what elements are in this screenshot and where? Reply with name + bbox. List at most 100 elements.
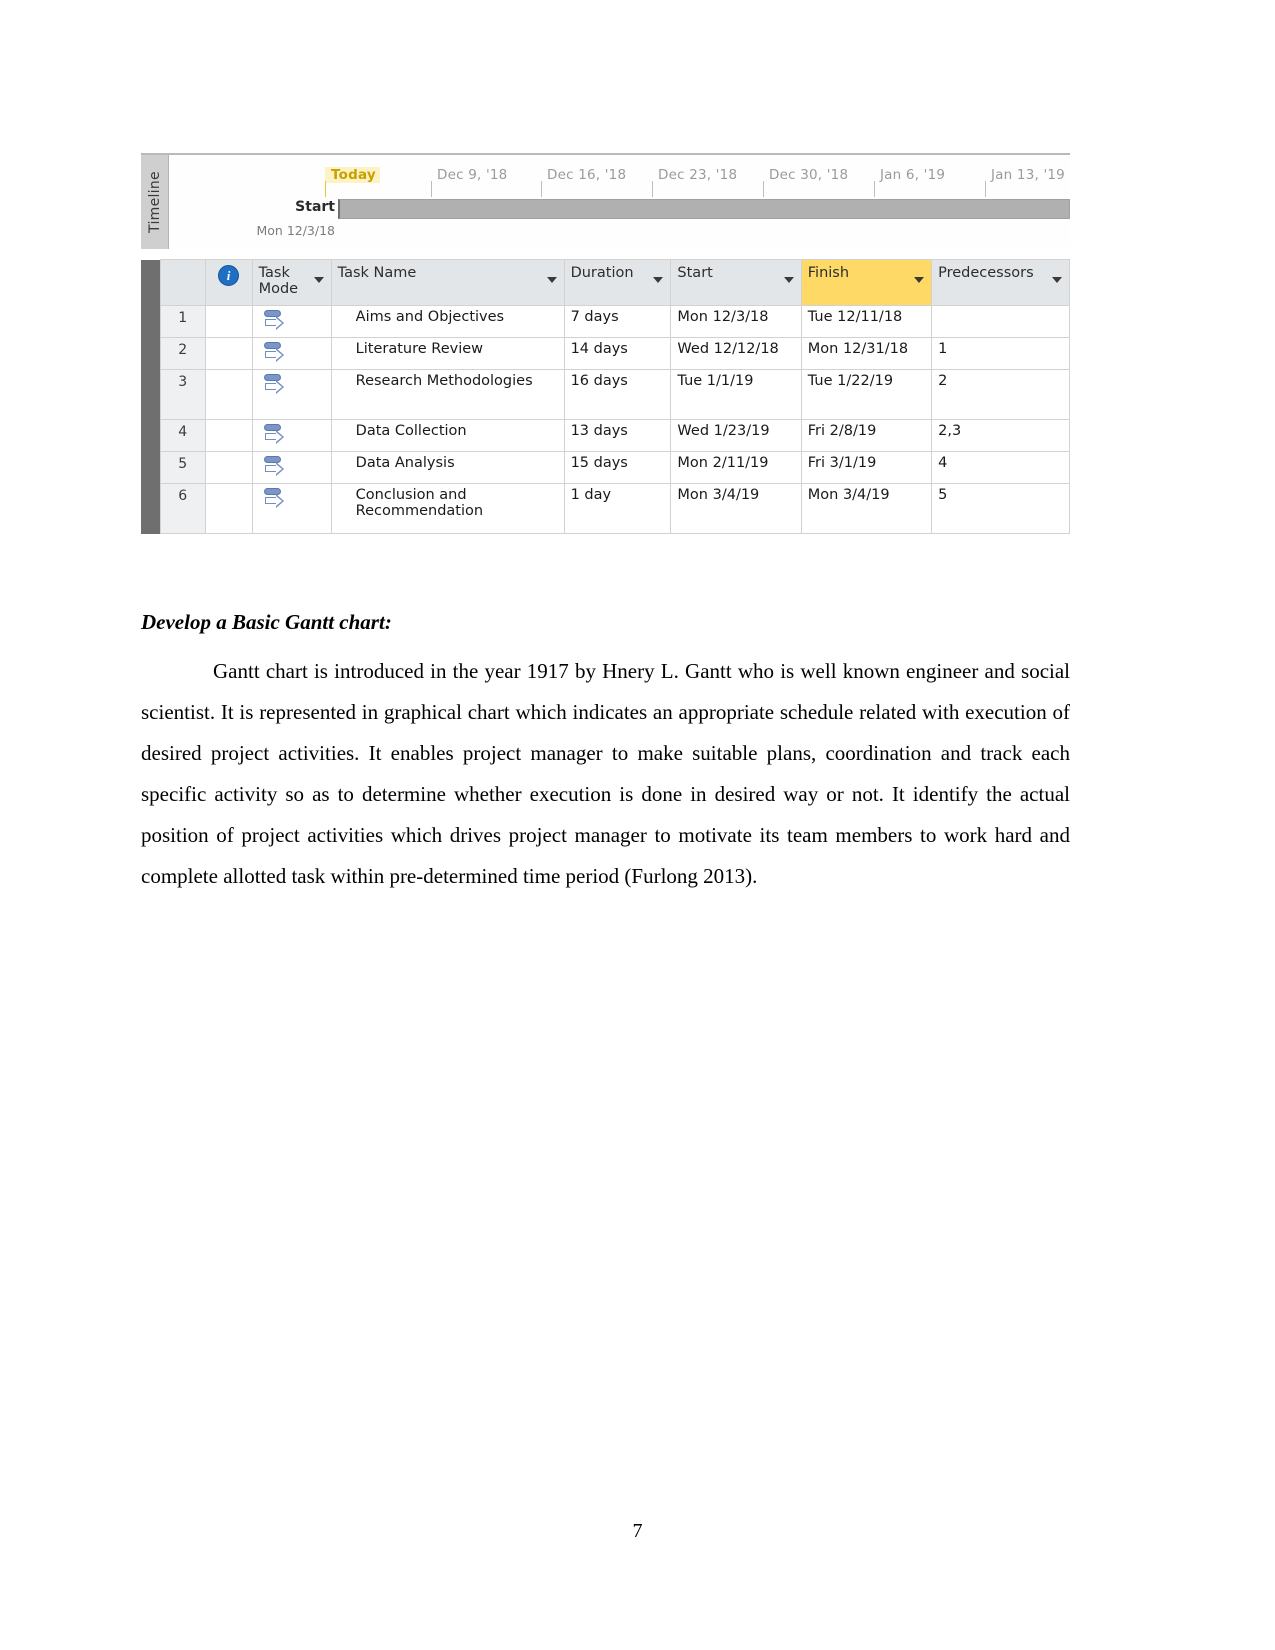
- row-gutter: [141, 451, 161, 484]
- column-header-start-label: Start: [677, 265, 713, 281]
- row-task-name[interactable]: Data Analysis: [330, 451, 565, 484]
- row-finish[interactable]: Mon 3/4/19: [800, 483, 933, 534]
- document-body: Develop a Basic Gantt chart: Gantt chart…: [141, 610, 1070, 897]
- row-task-mode[interactable]: [251, 369, 332, 420]
- row-indicator[interactable]: [204, 483, 253, 534]
- chevron-down-icon[interactable]: [1052, 277, 1062, 283]
- row-task-mode[interactable]: [251, 337, 332, 370]
- column-header-finish-label: Finish: [807, 265, 850, 281]
- column-header-predecessors[interactable]: Predecessors: [931, 259, 1070, 306]
- row-task-name[interactable]: Data Collection: [330, 419, 565, 452]
- timeline-tick-1: Dec 16, '18: [541, 167, 626, 197]
- row-duration[interactable]: 7 days: [563, 305, 672, 338]
- chevron-down-icon[interactable]: [313, 277, 324, 283]
- chevron-down-icon[interactable]: [546, 277, 557, 283]
- timeline-tab[interactable]: Timeline: [141, 155, 169, 249]
- row-start[interactable]: Mon 12/3/18: [670, 305, 802, 338]
- column-header-start[interactable]: Start: [670, 259, 802, 306]
- body-paragraph: Gantt chart is introduced in the year 19…: [141, 659, 1070, 888]
- row-task-mode[interactable]: [251, 451, 332, 484]
- row-predecessors[interactable]: 2: [931, 369, 1070, 420]
- row-predecessors[interactable]: 4: [931, 451, 1070, 484]
- timeline-tick-4: Jan 6, '19: [874, 167, 945, 197]
- ms-project-screenshot: Timeline Today Dec 9, '18 Dec 16, '18 De…: [141, 153, 1070, 534]
- row-duration[interactable]: 1 day: [563, 483, 672, 534]
- timeline-panel: Timeline Today Dec 9, '18 Dec 16, '18 De…: [141, 153, 1070, 249]
- row-id: 2: [159, 337, 206, 370]
- column-header-id[interactable]: [159, 259, 206, 306]
- column-header-indicator[interactable]: i: [204, 259, 253, 306]
- row-start[interactable]: Mon 3/4/19: [670, 483, 802, 534]
- auto-scheduled-icon: [263, 488, 285, 512]
- row-task-name[interactable]: Literature Review: [330, 337, 565, 370]
- row-predecessors[interactable]: 2,3: [931, 419, 1070, 452]
- row-task-name[interactable]: Conclusion and Recommendation: [330, 483, 565, 534]
- row-start[interactable]: Wed 12/12/18: [670, 337, 802, 370]
- timeline-today-marker: Today: [325, 167, 380, 197]
- row-task-mode[interactable]: [251, 305, 332, 338]
- task-grid: i Task Mode Task Name Duration Start Fin…: [141, 259, 1070, 534]
- chevron-down-icon[interactable]: [914, 277, 925, 283]
- row-gutter: [141, 419, 161, 452]
- column-header-task-mode[interactable]: Task Mode: [251, 259, 332, 306]
- table-row[interactable]: 6 Conclusion and Recommendation 1 day Mo…: [141, 483, 1070, 534]
- column-header-duration[interactable]: Duration: [563, 259, 672, 306]
- row-duration[interactable]: 16 days: [563, 369, 672, 420]
- row-indicator[interactable]: [204, 337, 253, 370]
- table-row[interactable]: 5 Data Analysis 15 days Mon 2/11/19 Fri …: [141, 451, 1070, 484]
- row-start[interactable]: Tue 1/1/19: [670, 369, 802, 420]
- row-task-mode[interactable]: [251, 419, 332, 452]
- timeline-tick-3: Dec 30, '18: [763, 167, 848, 197]
- column-header-duration-label: Duration: [570, 265, 634, 281]
- row-duration[interactable]: 13 days: [563, 419, 672, 452]
- row-finish[interactable]: Tue 12/11/18: [800, 305, 933, 338]
- column-header-task-mode-label: Task Mode: [258, 265, 299, 297]
- column-header-task-name[interactable]: Task Name: [330, 259, 565, 306]
- table-row[interactable]: 3 Research Methodologies 16 days Tue 1/1…: [141, 369, 1070, 420]
- chevron-down-icon[interactable]: [653, 277, 664, 283]
- table-row[interactable]: 1 Aims and Objectives 7 days Mon 12/3/18…: [141, 305, 1070, 338]
- row-id: 4: [159, 419, 206, 452]
- timeline-tick-2: Dec 23, '18: [652, 167, 737, 197]
- row-predecessors[interactable]: 1: [931, 337, 1070, 370]
- row-start[interactable]: Mon 2/11/19: [670, 451, 802, 484]
- row-duration[interactable]: 15 days: [563, 451, 672, 484]
- row-id: 3: [159, 369, 206, 420]
- row-finish[interactable]: Tue 1/22/19: [800, 369, 933, 420]
- timeline-start-label: Start: [295, 199, 335, 215]
- row-finish[interactable]: Fri 2/8/19: [800, 419, 933, 452]
- auto-scheduled-icon: [263, 374, 285, 398]
- timeline-start-date: Mon 12/3/18: [256, 223, 335, 238]
- row-predecessors[interactable]: 5: [931, 483, 1070, 534]
- auto-scheduled-icon: [263, 456, 285, 480]
- auto-scheduled-icon: [263, 424, 285, 448]
- row-task-name[interactable]: Research Methodologies: [330, 369, 565, 420]
- table-row[interactable]: 2 Literature Review 14 days Wed 12/12/18…: [141, 337, 1070, 370]
- row-predecessors[interactable]: [931, 305, 1070, 338]
- row-task-mode[interactable]: [251, 483, 332, 534]
- timeline-tick-0: Dec 9, '18: [431, 167, 507, 197]
- row-start[interactable]: Wed 1/23/19: [670, 419, 802, 452]
- table-row[interactable]: 4 Data Collection 13 days Wed 1/23/19 Fr…: [141, 419, 1070, 452]
- row-finish[interactable]: Fri 3/1/19: [800, 451, 933, 484]
- column-header-finish[interactable]: Finish: [800, 259, 933, 306]
- timeline-tick-5: Jan 13, '19: [985, 167, 1065, 197]
- timeline-tab-label: Timeline: [146, 171, 163, 233]
- timeline-project-bar[interactable]: [338, 199, 1070, 219]
- column-header-predecessors-label: Predecessors: [938, 265, 1034, 281]
- grid-gutter-header: [141, 259, 161, 306]
- row-finish[interactable]: Mon 12/31/18: [800, 337, 933, 370]
- row-indicator[interactable]: [204, 419, 253, 452]
- row-gutter: [141, 483, 161, 534]
- timeline-scale: Today Dec 9, '18 Dec 16, '18 Dec 23, '18…: [169, 167, 1070, 199]
- auto-scheduled-icon: [263, 310, 285, 334]
- row-id: 1: [159, 305, 206, 338]
- chevron-down-icon[interactable]: [783, 277, 794, 283]
- row-duration[interactable]: 14 days: [563, 337, 672, 370]
- row-indicator[interactable]: [204, 305, 253, 338]
- row-indicator[interactable]: [204, 369, 253, 420]
- row-task-name[interactable]: Aims and Objectives: [330, 305, 565, 338]
- column-header-task-name-label: Task Name: [337, 265, 417, 281]
- row-indicator[interactable]: [204, 451, 253, 484]
- panel-divider: [141, 247, 1070, 259]
